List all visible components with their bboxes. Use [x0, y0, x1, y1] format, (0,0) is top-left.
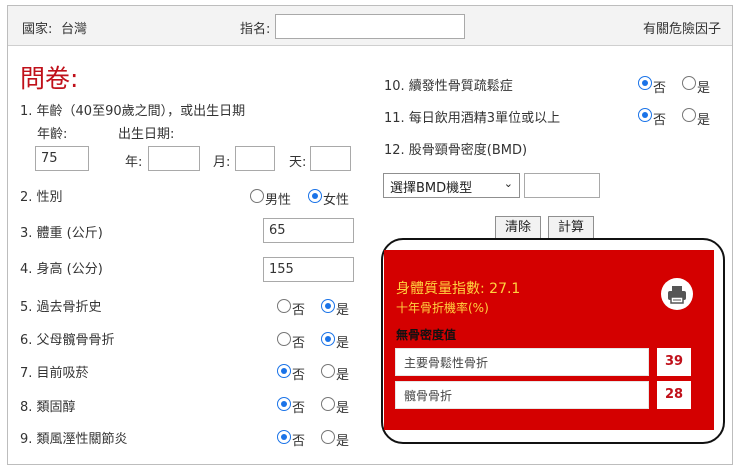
sex-male-radio[interactable] [250, 189, 264, 203]
name-input[interactable] [275, 14, 465, 39]
q11-yes-radio[interactable] [682, 108, 696, 122]
q5-no-label: 否 [292, 303, 306, 318]
q5-no-radio[interactable] [277, 299, 291, 313]
ten-year-label: 十年骨折機率(%) [396, 301, 489, 315]
q8-no-label: 否 [292, 401, 306, 416]
q2-label: 2. 性別 [20, 190, 63, 205]
month-input[interactable] [235, 146, 275, 171]
country-label: 國家: [22, 22, 53, 37]
q9-no-label: 否 [292, 434, 306, 449]
q9-yes-radio[interactable] [321, 430, 335, 444]
q9-label: 9. 類風溼性關節炎 [20, 432, 128, 447]
q5-yes-label: 是 [336, 303, 350, 318]
hip-fracture-value: 28 [657, 381, 691, 409]
sex-male-label: 男性 [265, 193, 292, 208]
sex-female-label: 女性 [323, 193, 350, 208]
year-input[interactable] [148, 146, 200, 171]
name-label: 指名: [240, 22, 271, 37]
q10-no-label: 否 [653, 81, 667, 96]
printer-icon [668, 286, 686, 304]
q11-yes-label: 是 [697, 113, 711, 128]
clear-button[interactable]: 清除 [495, 216, 541, 239]
major-fracture-label: 主要骨鬆性骨折 [395, 348, 649, 376]
q8-yes-label: 是 [336, 401, 350, 416]
calculator-frame: 國家: 台灣 指名: 有關危險因子 問卷: 1. 年齡（40至90歲之間），或出… [7, 5, 733, 465]
q12-label: 12. 股骨頸骨密度(BMD) [384, 143, 528, 158]
day-label: 天: [289, 155, 307, 170]
q5-label: 5. 過去骨折史 [20, 300, 102, 315]
q8-yes-radio[interactable] [321, 397, 335, 411]
height-input[interactable] [263, 257, 354, 282]
q7-yes-label: 是 [336, 368, 350, 383]
country-value[interactable]: 台灣 [61, 18, 87, 37]
q9-yes-label: 是 [336, 434, 350, 449]
q8-label: 8. 類固醇 [20, 400, 76, 415]
sex-female-radio[interactable] [308, 189, 322, 203]
age-input[interactable] [35, 146, 89, 171]
q11-label: 11. 每日飲用酒精3單位或以上 [384, 111, 561, 126]
q6-no-radio[interactable] [277, 332, 291, 346]
hip-fracture-label: 髖骨骨折 [395, 381, 649, 409]
bmi-label: 身體質量指數: [396, 281, 485, 297]
q1-label: 1. 年齡（40至90歲之間），或出生日期 [20, 104, 246, 119]
bmd-machine-select[interactable]: 選擇BMD機型 ⌄ [383, 173, 520, 198]
q7-no-radio[interactable] [277, 364, 291, 378]
q9-no-radio[interactable] [277, 430, 291, 444]
bmi-value: 27.1 [489, 281, 521, 297]
q5-yes-radio[interactable] [321, 299, 335, 313]
q11-no-radio[interactable] [638, 108, 652, 122]
chevron-down-icon: ⌄ [503, 177, 513, 190]
q8-no-radio[interactable] [277, 397, 291, 411]
bmd-value-input[interactable] [524, 173, 600, 198]
q6-no-label: 否 [292, 336, 306, 351]
q6-label: 6. 父母髖骨骨折 [20, 333, 115, 348]
print-button[interactable] [661, 278, 693, 310]
q10-yes-radio[interactable] [682, 76, 696, 90]
risk-factors-link[interactable]: 有關危險因子 [643, 18, 721, 37]
q7-no-label: 否 [292, 368, 306, 383]
age-label: 年齡: [37, 127, 68, 142]
day-input[interactable] [310, 146, 351, 171]
q10-yes-label: 是 [697, 81, 711, 96]
q6-yes-label: 是 [336, 336, 350, 351]
q10-no-radio[interactable] [638, 76, 652, 90]
q3-label: 3. 體重 (公斤) [20, 226, 103, 241]
weight-input[interactable] [263, 218, 354, 243]
q6-yes-radio[interactable] [321, 332, 335, 346]
q11-no-label: 否 [653, 113, 667, 128]
calculate-button[interactable]: 計算 [548, 216, 594, 239]
year-label: 年: [125, 155, 143, 170]
q10-label: 10. 續發性骨質疏鬆症 [384, 79, 513, 94]
dob-label: 出生日期: [118, 127, 175, 142]
bmi-line: 身體質量指數: 27.1 [396, 278, 520, 298]
result-panel: 身體質量指數: 27.1 十年骨折機率(%) 無骨密度值 主要骨鬆性骨折 39 … [384, 250, 714, 430]
month-label: 月: [213, 155, 231, 170]
major-fracture-value: 39 [657, 348, 691, 376]
q7-yes-radio[interactable] [321, 364, 335, 378]
q7-label: 7. 目前吸菸 [20, 366, 89, 381]
no-bmd-label: 無骨密度值 [396, 328, 457, 342]
top-bar: 國家: 台灣 指名: 有關危險因子 [8, 6, 732, 46]
q4-label: 4. 身高 (公分) [20, 262, 103, 277]
bmd-machine-select-value: 選擇BMD機型 [390, 181, 473, 196]
questionnaire-title: 問卷: [20, 64, 79, 93]
